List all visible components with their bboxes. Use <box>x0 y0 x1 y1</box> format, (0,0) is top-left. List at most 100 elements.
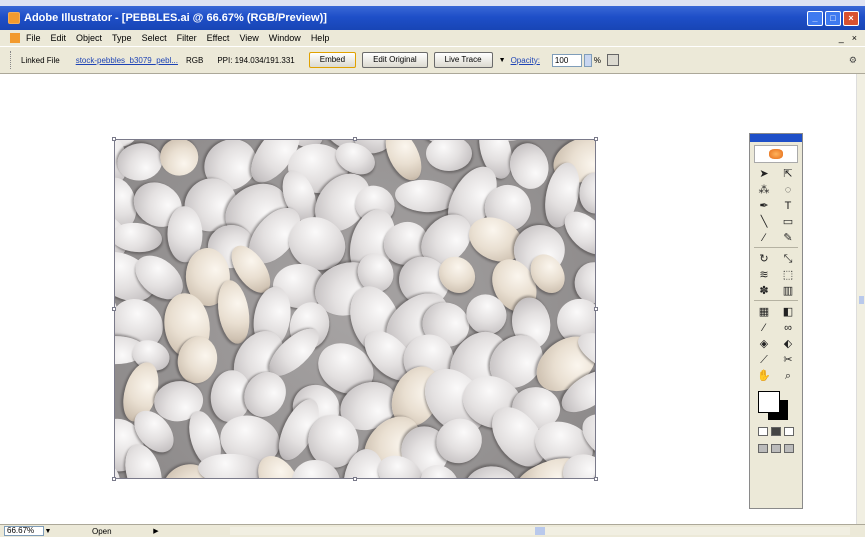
window-title: Adobe Illustrator - [PEBBLES.ai @ 66.67%… <box>24 12 327 24</box>
selection-handle-left[interactable] <box>112 307 116 311</box>
status-dropdown-icon[interactable]: ▶ <box>152 527 160 535</box>
tools-separator <box>754 300 798 303</box>
opacity-input[interactable]: 100 <box>551 53 582 67</box>
eyedropper-tool-icon[interactable]: ⁄ <box>754 321 774 335</box>
standard-screen-mode-button[interactable] <box>758 444 768 453</box>
tools-panel: ➤ ⇱ ⁂ ◌ ✒ T ╲ ▭ ∕ ✎ ↻ ⤡ ≋ ⬚ ✽ ▥ ▦ ◧ ⁄ ∞ … <box>749 133 803 509</box>
tools-panel-titlebar[interactable] <box>750 134 802 142</box>
control-bar-grip[interactable] <box>10 51 13 69</box>
menu-select[interactable]: Select <box>142 33 167 43</box>
opacity-label[interactable]: Opacity: <box>511 56 540 65</box>
opacity-dropdown-icon[interactable] <box>583 53 592 67</box>
selection-handle-right[interactable] <box>594 307 598 311</box>
document-window-controls: _ × <box>839 33 857 43</box>
gradient-tool-icon[interactable]: ◧ <box>778 305 798 319</box>
full-screen-mode-button[interactable] <box>784 444 794 453</box>
fill-stroke-swatches <box>758 391 794 421</box>
illustrator-app-icon[interactable] <box>8 12 20 24</box>
tracing-options-dropdown-icon[interactable]: ▼ <box>499 57 507 64</box>
menu-type[interactable]: Type <box>112 33 132 43</box>
menu-object[interactable]: Object <box>76 33 102 43</box>
color-mode-label: RGB <box>185 55 204 65</box>
maximize-button[interactable]: □ <box>825 10 841 26</box>
placed-pebbles-image[interactable] <box>114 139 596 479</box>
edit-original-button[interactable]: Edit Original <box>362 52 428 68</box>
gradient-button[interactable] <box>771 427 781 436</box>
paintbrush-tool-icon[interactable]: ∕ <box>754 231 774 245</box>
selection-tool-icon[interactable]: ➤ <box>754 167 774 181</box>
pebble <box>159 140 199 177</box>
opacity-percent-label: % <box>593 55 602 65</box>
menu-help[interactable]: Help <box>311 33 330 43</box>
menu-view[interactable]: View <box>239 33 258 43</box>
selection-handle-bottom[interactable] <box>353 477 357 481</box>
selection-handle-top-right[interactable] <box>594 137 598 141</box>
pebble <box>595 139 596 176</box>
linked-file-label: Linked File <box>21 55 60 65</box>
selection-handle-bottom-left[interactable] <box>112 477 116 481</box>
document-close-button[interactable]: × <box>852 33 857 43</box>
document-icon[interactable] <box>10 33 20 43</box>
selection-handle-top[interactable] <box>353 137 357 141</box>
pebble <box>378 140 429 186</box>
status-bar: 66.67% ▼ Open ▶ <box>0 524 865 537</box>
type-tool-icon[interactable]: T <box>778 199 798 213</box>
tools-separator <box>754 247 798 250</box>
live-trace-button[interactable]: Live Trace <box>433 52 493 68</box>
menu-bar: File Edit Object Type Select Filter Effe… <box>0 30 865 46</box>
pebble <box>462 464 520 478</box>
selection-handle-top-left[interactable] <box>112 137 116 141</box>
none-button[interactable] <box>784 427 794 436</box>
panel-menu-icon[interactable] <box>607 54 620 66</box>
selection-handle-bottom-right[interactable] <box>594 477 598 481</box>
pebble <box>214 278 254 346</box>
embed-button[interactable]: Embed <box>308 52 357 68</box>
warp-tool-icon[interactable]: ≋ <box>754 268 774 282</box>
menu-window[interactable]: Window <box>269 33 301 43</box>
fill-swatch[interactable] <box>758 391 780 413</box>
magic-wand-tool-icon[interactable]: ⁂ <box>754 183 774 197</box>
color-mode-buttons <box>758 427 802 436</box>
menu-effect[interactable]: Effect <box>207 33 230 43</box>
free-transform-tool-icon[interactable]: ⬚ <box>778 268 798 282</box>
pen-tool-icon[interactable]: ✒ <box>754 199 774 213</box>
menu-edit[interactable]: Edit <box>51 33 67 43</box>
column-graph-tool-icon[interactable]: ▥ <box>778 284 798 298</box>
status-text: Open <box>92 526 112 536</box>
rotate-tool-icon[interactable]: ↻ <box>754 252 774 266</box>
horizontal-scrollbar[interactable] <box>230 527 850 535</box>
document-minimize-button[interactable]: _ <box>839 33 844 43</box>
blend-tool-icon[interactable]: ∞ <box>778 321 798 335</box>
live-paint-tool-icon[interactable]: ◈ <box>754 337 774 351</box>
symbol-sprayer-tool-icon[interactable]: ✽ <box>754 284 774 298</box>
linked-file-link[interactable]: stock-pebbles_b3079_pebl... <box>76 56 178 65</box>
vertical-scrollbar[interactable] <box>856 74 865 524</box>
menu-file[interactable]: File <box>26 33 41 43</box>
lasso-tool-icon[interactable]: ◌ <box>778 183 798 197</box>
hand-tool-icon[interactable]: ✋ <box>754 369 774 383</box>
ppi-label: PPI: 194.034/191.331 <box>217 55 295 65</box>
close-button[interactable]: × <box>843 10 859 26</box>
zoom-tool-icon[interactable]: ⌕ <box>778 369 798 383</box>
full-screen-menu-mode-button[interactable] <box>771 444 781 453</box>
line-segment-tool-icon[interactable]: ╲ <box>754 215 774 229</box>
live-paint-selection-tool-icon[interactable]: ⬖ <box>778 337 798 351</box>
screen-mode-buttons <box>758 444 802 453</box>
zoom-level-field[interactable]: 66.67% <box>4 526 44 536</box>
control-bar-options-icon[interactable]: ⚙ <box>849 55 857 66</box>
scale-tool-icon[interactable]: ⤡ <box>778 252 798 266</box>
direct-selection-tool-icon[interactable]: ⇱ <box>778 167 798 181</box>
scissors-tool-icon[interactable]: ✂ <box>778 353 798 367</box>
mesh-tool-icon[interactable]: ▦ <box>754 305 774 319</box>
horizontal-scroll-thumb[interactable] <box>535 527 545 535</box>
menu-filter[interactable]: Filter <box>177 33 197 43</box>
slice-tool-icon[interactable]: ⟋ <box>754 353 774 367</box>
rectangle-tool-icon[interactable]: ▭ <box>778 215 798 229</box>
zoom-dropdown-icon[interactable]: ▼ <box>44 528 52 535</box>
color-button[interactable] <box>758 427 768 436</box>
vertical-scroll-thumb[interactable] <box>859 296 864 304</box>
window-controls: _ □ × <box>807 10 859 26</box>
illustrator-flower-icon <box>754 145 798 163</box>
pencil-tool-icon[interactable]: ✎ <box>778 231 798 245</box>
minimize-button[interactable]: _ <box>807 10 823 26</box>
